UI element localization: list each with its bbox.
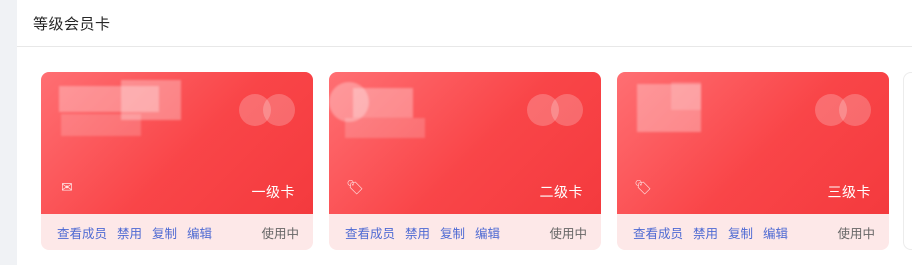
- view-members-link[interactable]: 查看成员: [57, 223, 107, 242]
- card-logo: [239, 94, 295, 126]
- edit-link[interactable]: 编辑: [763, 223, 788, 242]
- redacted-name: [353, 88, 413, 118]
- card-footer: 查看成员 禁用 复制 编辑 使用中: [41, 214, 313, 250]
- membership-card-partial: [903, 72, 912, 250]
- redacted-block: [671, 82, 701, 110]
- disable-link[interactable]: 禁用: [693, 223, 718, 242]
- card-logo: [815, 94, 871, 126]
- card-face: 🏷 三级卡: [617, 72, 889, 214]
- status-text: 使用中: [549, 225, 587, 241]
- card-level: 三级卡: [827, 185, 871, 201]
- panel-title: 等级会员卡: [33, 14, 111, 33]
- disable-link[interactable]: 禁用: [405, 223, 430, 242]
- card-level: 一级卡: [251, 185, 295, 201]
- panel-header: 等级会员卡: [17, 0, 912, 47]
- card-footer: 查看成员 禁用 复制 编辑 使用中: [617, 214, 889, 250]
- mail-icon: ✉: [61, 180, 73, 196]
- membership-card-2: 🏷 二级卡 查看成员 禁用 复制 编辑 使用中: [329, 72, 601, 250]
- status-text: 使用中: [261, 225, 299, 241]
- card-face: ✉ 一级卡: [41, 72, 313, 214]
- disable-link[interactable]: 禁用: [117, 223, 142, 242]
- edit-link[interactable]: 编辑: [475, 223, 500, 242]
- redacted-detail: [345, 118, 425, 138]
- card-logo: [527, 94, 583, 126]
- card-level: 二级卡: [539, 185, 583, 201]
- view-members-link[interactable]: 查看成员: [633, 223, 683, 242]
- status-text: 使用中: [837, 225, 875, 241]
- membership-card-1: ✉ 一级卡 查看成员 禁用 复制 编辑 使用中: [41, 72, 313, 250]
- card-face: 🏷 二级卡: [329, 72, 601, 214]
- edit-link[interactable]: 编辑: [187, 223, 212, 242]
- card-footer: 查看成员 禁用 复制 编辑 使用中: [329, 214, 601, 250]
- copy-link[interactable]: 复制: [440, 223, 465, 242]
- tag-icon: 🏷: [346, 180, 364, 196]
- tag-icon: 🏷: [634, 180, 652, 196]
- membership-card-3: 🏷 三级卡 查看成员 禁用 复制 编辑 使用中: [617, 72, 889, 250]
- redacted-block: [121, 80, 181, 120]
- copy-link[interactable]: 复制: [152, 223, 177, 242]
- view-members-link[interactable]: 查看成员: [345, 223, 395, 242]
- copy-link[interactable]: 复制: [728, 223, 753, 242]
